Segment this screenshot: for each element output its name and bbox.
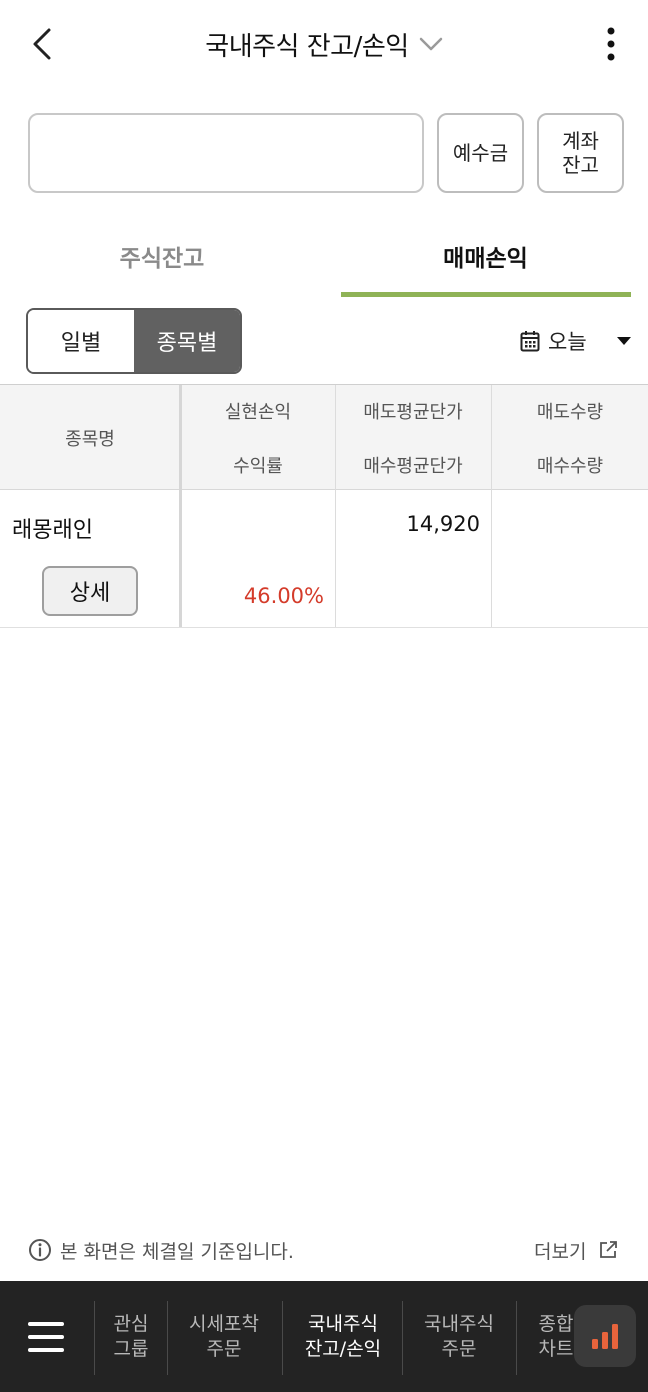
table-header: 종목명 실현손익 수익률 매도평균단가 매수평균단가 매도수량 매수수량 [0, 384, 648, 490]
header-avg-sell-price: 매도평균단가 [363, 402, 463, 423]
nav-separator [516, 1301, 517, 1375]
main-tabs: 주식잔고 매매손익 [0, 215, 648, 297]
return-rate-value: 46.00% [243, 584, 324, 608]
pnl-table: 종목명 실현손익 수익률 매도평균단가 매수평균단가 매도수량 매수수량 래몽래… [0, 384, 648, 628]
table-row[interactable]: 래몽래인 상세 46.00% 14,920 [0, 490, 648, 628]
nav-item-domestic-balance[interactable]: 국내주식 잔고/손익 [284, 1309, 402, 1365]
header-stock-name: 종목명 [65, 429, 115, 450]
account-balance-button-label: 계좌 잔고 [562, 129, 599, 177]
external-link-icon [600, 1241, 618, 1258]
nav-item-label: 주문 [206, 1338, 242, 1360]
column-divider [335, 490, 336, 627]
nav-item-label: 주문 [441, 1338, 477, 1360]
nav-item-label: 국내주식 [424, 1313, 494, 1335]
more-link[interactable]: 더보기 [534, 1236, 618, 1264]
nav-item-label: 시세포착 [189, 1313, 259, 1335]
detail-button[interactable]: 상세 [42, 566, 138, 616]
deposit-button[interactable]: 예수금 [437, 113, 524, 193]
nav-separator [94, 1301, 95, 1375]
header-return-rate: 수익률 [233, 456, 283, 477]
screen-title-dropdown[interactable]: 국내주식 잔고/손익 [0, 24, 648, 64]
nav-item-watch-group[interactable]: 관심 그룹 [96, 1309, 166, 1365]
nav-item-label: 그룹 [113, 1338, 149, 1360]
kebab-menu-icon [607, 27, 615, 61]
stock-name: 래몽래인 [12, 518, 93, 543]
date-filter-dropdown[interactable]: 오늘 [520, 320, 632, 362]
more-link-label: 더보기 [534, 1240, 587, 1263]
view-mode-segment: 일별 종목별 [26, 308, 242, 374]
tab-stock-balance[interactable]: 주식잔고 [0, 215, 324, 297]
nav-separator [282, 1301, 283, 1375]
nav-item-label: 잔고/손익 [304, 1338, 382, 1360]
nav-item-label: 차트 [538, 1338, 574, 1360]
nav-item-label: 관심 [113, 1313, 149, 1335]
header-avg-buy-price: 매수평균단가 [363, 456, 463, 477]
column-divider [491, 490, 492, 627]
nav-item-domestic-order[interactable]: 국내주식 주문 [404, 1309, 514, 1365]
account-balance-button[interactable]: 계좌 잔고 [537, 113, 624, 193]
top-app-bar: 국내주식 잔고/손익 [0, 0, 648, 90]
active-tab-indicator [341, 292, 631, 297]
footer-notice: 본 화면은 체결일 기준입니다. [28, 1236, 294, 1264]
nav-item-price-capture-order[interactable]: 시세포착 주문 [168, 1309, 280, 1365]
deposit-button-label: 예수금 [452, 141, 509, 165]
date-filter-label: 오늘 [548, 330, 587, 354]
hamburger-menu-icon [20, 1322, 72, 1352]
header-realized-pnl: 실현손익 [224, 402, 292, 423]
chart-fab-button[interactable] [574, 1305, 636, 1367]
chevron-down-icon [419, 37, 442, 51]
info-circle-icon [29, 1239, 51, 1261]
nav-item-label: 종합 [538, 1313, 574, 1335]
nav-item-label: 국내주식 [308, 1313, 378, 1335]
bar-chart-icon [592, 1324, 618, 1349]
notice-text: 본 화면은 체결일 기준입니다. [60, 1240, 294, 1263]
segment-daily[interactable]: 일별 [28, 310, 134, 372]
bottom-navigation: 관심 그룹 시세포착 주문 국내주식 잔고/손익 국내주식 주문 종합 차트 [0, 1281, 648, 1392]
tab-trading-pnl[interactable]: 매매손익 [340, 215, 631, 297]
account-selector[interactable] [28, 113, 424, 193]
caret-down-icon [617, 337, 631, 345]
header-sell-qty: 매도수량 [536, 402, 604, 423]
column-divider [335, 385, 336, 490]
header-buy-qty: 매수수량 [536, 456, 604, 477]
column-divider [491, 385, 492, 490]
column-divider [179, 490, 182, 627]
nav-separator [402, 1301, 403, 1375]
hamburger-menu-button[interactable] [20, 1317, 72, 1357]
account-balance-label-line2: 잔고 [562, 153, 599, 177]
account-balance-label-line1: 계좌 [562, 129, 599, 153]
column-divider [179, 385, 182, 490]
calendar-icon [520, 331, 540, 352]
more-options-button[interactable] [596, 24, 626, 64]
segment-by-stock[interactable]: 종목별 [134, 310, 240, 372]
avg-sell-price-value: 14,920 [406, 512, 480, 536]
page-title: 국내주식 잔고/손익 [205, 31, 409, 62]
